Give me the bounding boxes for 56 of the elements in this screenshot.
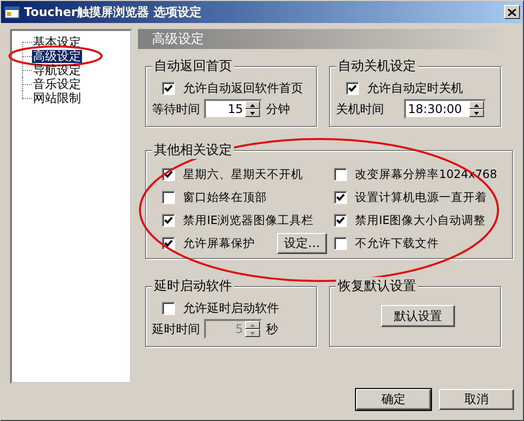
checkbox[interactable]	[162, 190, 175, 204]
checkbox-label[interactable]: 禁用IE浏览器图像工具栏	[183, 212, 314, 228]
spin-value: 18:30:00	[407, 101, 463, 117]
checkbox-label[interactable]: 禁用IE图像大小自动调整	[355, 212, 486, 228]
close-icon	[508, 8, 516, 16]
group-title: 延时启动软件	[152, 277, 234, 295]
up-arrow-icon	[474, 104, 479, 106]
checkbox[interactable]	[346, 82, 359, 94]
spin-value: 5	[234, 321, 244, 337]
default-button[interactable]: 默认设置	[381, 305, 455, 327]
spin-down-button[interactable]	[245, 109, 260, 117]
group-title: 自动返回首页	[152, 57, 234, 75]
up-arrow-icon	[250, 104, 255, 106]
checkbox[interactable]	[162, 302, 175, 314]
checkbox-label[interactable]: 允许自动定时关机	[367, 80, 463, 96]
spin-value: 15	[226, 101, 244, 117]
checkbox-label[interactable]: 星期六、星期天不开机	[183, 166, 303, 182]
group-title: 自动关机设定	[336, 57, 418, 75]
spin-field[interactable]: 18:30:00	[404, 99, 486, 119]
checkbox-label[interactable]: 允许屏幕保护	[183, 236, 255, 250]
group-title: 恢复默认设置	[336, 277, 418, 295]
checkbox[interactable]	[334, 190, 347, 204]
window-icon	[4, 4, 20, 20]
checkbox[interactable]	[162, 82, 175, 94]
tree-item[interactable]: 高级设定	[32, 50, 82, 62]
tree-item[interactable]: 导航设定	[32, 64, 82, 76]
close-button[interactable]	[504, 5, 520, 19]
window-title: Toucher触摸屏浏览器 选项设定	[24, 4, 202, 20]
dialog-button[interactable]: 取消	[439, 389, 514, 410]
checkbox-label[interactable]: 允许延时启动软件	[183, 300, 279, 316]
checkbox[interactable]	[162, 214, 175, 226]
tree-item[interactable]: 音乐设定	[32, 78, 82, 90]
checkbox-label[interactable]: 窗口始终在顶部	[183, 190, 267, 204]
field-label: 延时时间	[152, 320, 200, 338]
down-arrow-icon	[474, 112, 479, 114]
up-arrow-icon	[250, 324, 255, 326]
spin-field[interactable]: 15	[204, 99, 262, 119]
spin-down-button[interactable]	[469, 109, 484, 117]
down-arrow-icon	[250, 332, 255, 334]
unit-label: 分钟	[266, 100, 290, 118]
checkbox[interactable]	[334, 168, 347, 180]
checkbox[interactable]	[334, 214, 347, 226]
checkbox-label[interactable]: 不允许下载文件	[355, 236, 439, 250]
spin-up-button[interactable]	[245, 101, 260, 109]
field-label: 关机时间	[336, 100, 384, 118]
spin-up-button[interactable]	[469, 101, 484, 109]
group-title: 其他相关设定	[152, 141, 234, 159]
field-label: 等待时间	[152, 100, 200, 118]
checkbox[interactable]	[334, 236, 347, 250]
tree-item[interactable]: 网站限制	[32, 92, 82, 104]
down-arrow-icon	[250, 112, 255, 114]
checkbox-label[interactable]: 设置计算机电源一直开着	[355, 190, 487, 204]
dialog-button[interactable]: 确定	[356, 389, 431, 410]
checkbox-label[interactable]: 允许自动返回软件首页	[183, 80, 303, 96]
unit-label: 秒	[266, 320, 278, 338]
settings-button[interactable]: 设定…	[277, 232, 327, 254]
